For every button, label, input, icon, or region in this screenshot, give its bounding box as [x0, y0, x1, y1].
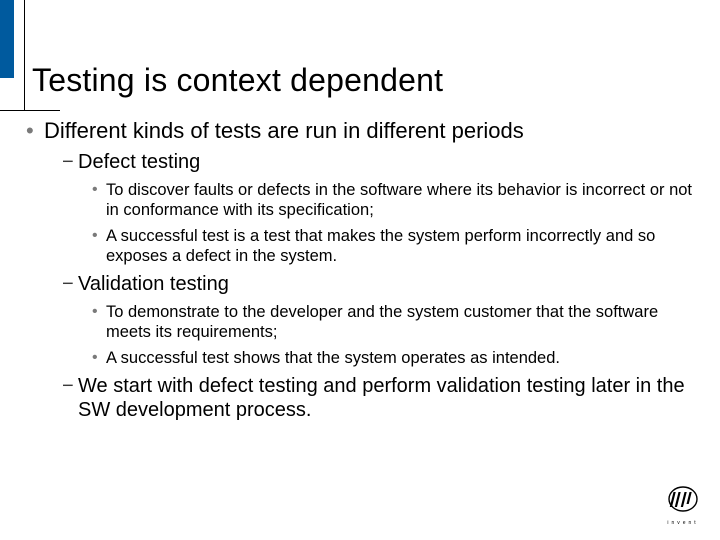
- bullet-level2: − We start with defect testing and perfo…: [62, 374, 694, 422]
- bullet-level3: • To discover faults or defects in the s…: [92, 180, 694, 220]
- slide: Testing is context dependent • Different…: [0, 0, 720, 540]
- bullet-level2: − Defect testing: [62, 150, 694, 174]
- slide-body: • Different kinds of tests are run in di…: [26, 118, 694, 424]
- hp-logo-icon: [666, 486, 700, 514]
- level3-text: To discover faults or defects in the sof…: [106, 180, 694, 220]
- level3-text: A successful test shows that the system …: [106, 348, 560, 368]
- bullet-dot-icon: •: [92, 180, 106, 220]
- level3-text: A successful test is a test that makes t…: [106, 226, 694, 266]
- bullet-level3: • A successful test is a test that makes…: [92, 226, 694, 266]
- rule-vertical: [24, 0, 25, 110]
- slide-title: Testing is context dependent: [32, 62, 443, 99]
- bullet-level2: − Validation testing: [62, 272, 694, 296]
- level1-text: Different kinds of tests are run in diff…: [44, 118, 524, 144]
- bullet-level3: • A successful test shows that the syste…: [92, 348, 694, 368]
- bullet-dot-icon: •: [92, 348, 106, 368]
- rule-horizontal: [0, 110, 60, 111]
- hp-logo: invent: [666, 486, 700, 526]
- bullet-dot-icon: •: [26, 118, 44, 144]
- level2-text: Validation testing: [78, 272, 229, 296]
- level2-text: Defect testing: [78, 150, 200, 174]
- level3-text: To demonstrate to the developer and the …: [106, 302, 694, 342]
- level2-text: We start with defect testing and perform…: [78, 374, 694, 422]
- bullet-level3: • To demonstrate to the developer and th…: [92, 302, 694, 342]
- dash-icon: −: [62, 150, 78, 174]
- dash-icon: −: [62, 272, 78, 296]
- dash-icon: −: [62, 374, 78, 422]
- bullet-dot-icon: •: [92, 302, 106, 342]
- bullet-level1: • Different kinds of tests are run in di…: [26, 118, 694, 144]
- bullet-dot-icon: •: [92, 226, 106, 266]
- accent-bar: [0, 0, 14, 78]
- hp-logo-tagline: invent: [666, 520, 700, 526]
